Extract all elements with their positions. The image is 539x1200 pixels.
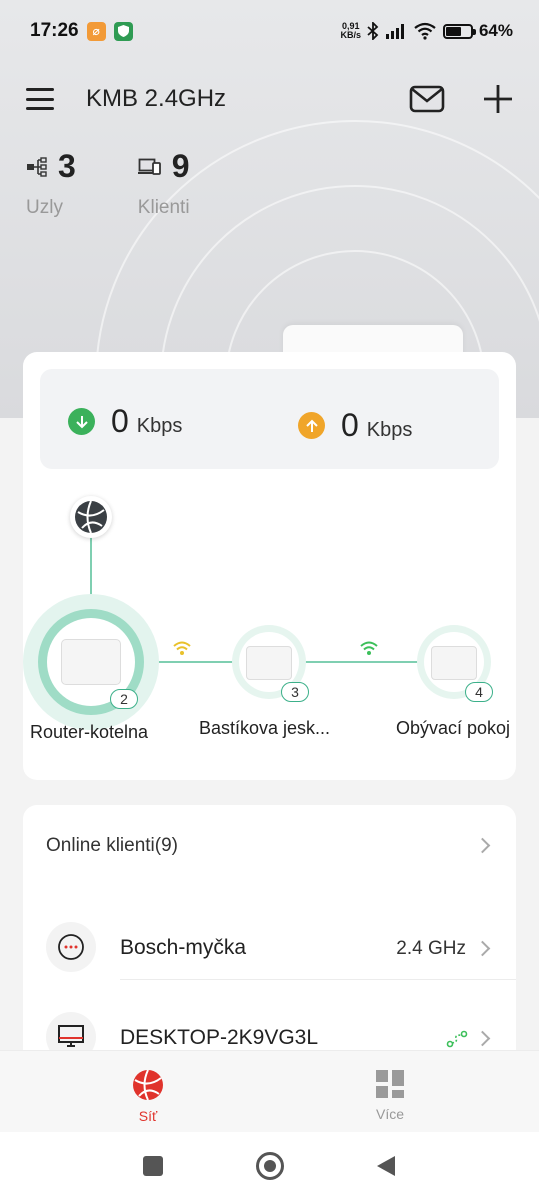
upload-speed: 0 Kbps bbox=[298, 407, 412, 444]
devices-icon bbox=[137, 158, 161, 175]
client-row[interactable]: Bosch-myčka 2.4 GHz bbox=[23, 908, 516, 998]
node-label: Router-kotelna bbox=[30, 722, 149, 742]
status-time: 17:26 bbox=[30, 20, 79, 41]
add-icon[interactable] bbox=[483, 84, 513, 114]
clients-label: Klienti bbox=[137, 197, 190, 218]
network-title: KMB 2.4GHz bbox=[86, 85, 227, 112]
internet-globe-icon[interactable] bbox=[70, 496, 112, 538]
node-obyvaci-pokoj[interactable] bbox=[431, 646, 477, 680]
wifi-strong-icon bbox=[360, 641, 378, 655]
client-name: DESKTOP-2K9VG3L bbox=[120, 1026, 319, 1049]
recents-button[interactable] bbox=[143, 1156, 163, 1176]
chevron-right-icon bbox=[474, 837, 491, 854]
mesh-topology: 2 3 4 Router-kotelna Bastíkova jesk... O… bbox=[23, 482, 516, 780]
mesh-nodes-icon bbox=[27, 156, 47, 177]
download-speed: 0 Kbps bbox=[68, 403, 182, 440]
download-arrow-icon bbox=[68, 408, 95, 435]
status-bar: 17:26 ⌀ 0,91 KB/s 64% bbox=[0, 0, 539, 62]
online-clients-header[interactable]: Online klienti(9) bbox=[23, 805, 516, 887]
node-label: Bastíkova jesk... bbox=[199, 718, 331, 738]
battery-icon bbox=[442, 23, 476, 39]
node-badge: 3 bbox=[281, 682, 309, 702]
nav-network[interactable]: Síť bbox=[108, 1069, 188, 1124]
chevron-right-icon bbox=[474, 940, 491, 957]
node-bastikova[interactable] bbox=[246, 646, 292, 680]
clients-stat[interactable]: 9 Klienti bbox=[137, 148, 190, 219]
bottom-navigation: Síť Více bbox=[0, 1050, 539, 1132]
node-badge: 2 bbox=[110, 689, 138, 709]
network-speed-indicator: 0,91 KB/s bbox=[340, 21, 361, 40]
nodes-count: 3 bbox=[58, 148, 76, 184]
network-stats: 3 Uzly 9 Klienti bbox=[26, 148, 190, 219]
app-notification-icon: ⌀ bbox=[86, 21, 106, 41]
shield-app-icon bbox=[113, 21, 133, 41]
node-badge: 4 bbox=[465, 682, 493, 702]
online-clients-card: Online klienti(9) Bosch-myčka 2.4 GHz DE… bbox=[23, 805, 516, 1065]
signal-icon bbox=[385, 24, 404, 39]
grid-icon bbox=[376, 1070, 404, 1098]
client-band: 2.4 GHz bbox=[396, 938, 466, 959]
wifi-weak-icon bbox=[173, 641, 191, 655]
bluetooth-icon bbox=[367, 22, 379, 40]
nav-more[interactable]: Více bbox=[350, 1069, 430, 1122]
node-label: Obývací pokoj bbox=[396, 718, 511, 738]
speed-panel: 0 Kbps 0 Kbps bbox=[40, 369, 499, 469]
nodes-stat[interactable]: 3 Uzly bbox=[26, 148, 76, 219]
nodes-label: Uzly bbox=[26, 197, 63, 218]
upload-arrow-icon bbox=[298, 412, 325, 439]
node-router-kotelna[interactable] bbox=[61, 639, 121, 685]
messages-icon[interactable] bbox=[409, 85, 445, 113]
globe-icon bbox=[133, 1069, 163, 1101]
system-navigation-bar bbox=[0, 1132, 539, 1200]
client-name: Bosch-myčka bbox=[120, 936, 247, 959]
back-button[interactable] bbox=[375, 1154, 397, 1178]
more-dots-icon bbox=[46, 922, 96, 972]
chevron-right-icon bbox=[474, 1030, 491, 1047]
divider bbox=[120, 979, 516, 980]
nav-label: Síť bbox=[138, 1108, 158, 1124]
network-map-card: 0 Kbps 0 Kbps 2 3 4 Router-kotelna Bastí… bbox=[23, 352, 516, 780]
menu-icon[interactable] bbox=[26, 88, 54, 110]
mesh-route-icon bbox=[446, 1030, 468, 1048]
battery-percent: 64% bbox=[478, 21, 513, 40]
clients-count: 9 bbox=[171, 148, 190, 184]
wifi-status-icon bbox=[414, 22, 436, 40]
home-button[interactable] bbox=[256, 1152, 284, 1180]
app-header: KMB 2.4GHz bbox=[0, 72, 539, 126]
nav-label: Více bbox=[375, 1106, 404, 1122]
